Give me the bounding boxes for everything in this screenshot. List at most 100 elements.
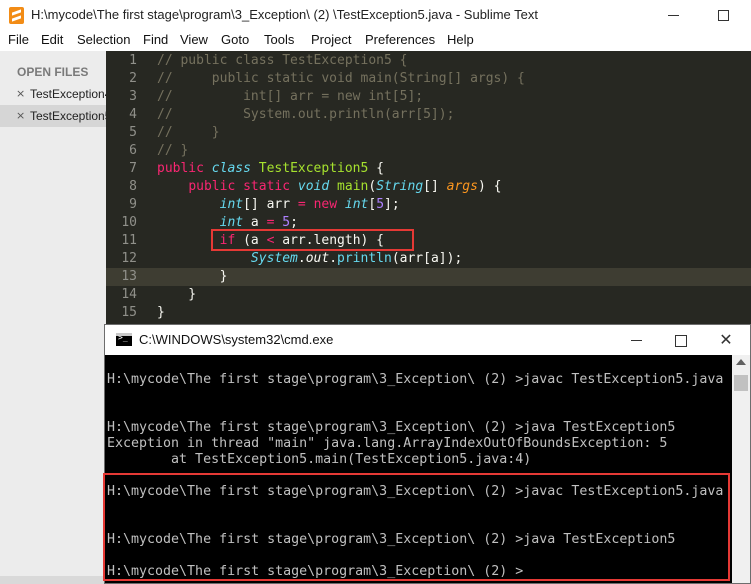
- line-number: 7: [129, 161, 137, 176]
- close-icon[interactable]: ×: [16, 109, 25, 122]
- code-token: ) {: [477, 179, 502, 194]
- code-line[interactable]: 7 public class TestException5 {: [106, 160, 751, 178]
- code-line[interactable]: 5 // }: [106, 124, 751, 142]
- open-file-label: TestException5.java: [30, 109, 106, 123]
- code-token: void: [297, 179, 330, 194]
- console-line: H:\mycode\The first stage\program\3_Exce…: [107, 420, 676, 435]
- sublime-logo-icon: [9, 7, 24, 24]
- code-line[interactable]: 1 // public class TestException5 {: [106, 52, 751, 70]
- code-token: }: [157, 305, 165, 320]
- code-line[interactable]: 11 if (a < arr.length) {: [106, 232, 751, 250]
- open-files-heading: OPEN FILES: [17, 65, 89, 79]
- code-text: System.out.println(arr[a]);: [157, 250, 462, 268]
- menu-selection[interactable]: Selection: [77, 32, 130, 47]
- code-text: // int[] arr = new int[5];: [157, 88, 423, 106]
- code-text: // public static void main(String[] args…: [157, 70, 525, 88]
- code-token: // int[] arr = new int[5];: [157, 89, 424, 104]
- minimize-icon[interactable]: [663, 5, 683, 25]
- code-token: println: [337, 251, 392, 266]
- menu-find[interactable]: Find: [143, 32, 168, 47]
- code-line[interactable]: 6 // }: [106, 142, 751, 160]
- open-file-item-active[interactable]: × TestException5.java: [0, 105, 106, 127]
- code-token: // }: [157, 125, 220, 140]
- code-token: int: [219, 197, 244, 212]
- code-token: class: [211, 161, 251, 176]
- close-icon[interactable]: ✕: [716, 330, 736, 350]
- code-text: int[] arr = new int[5];: [157, 196, 400, 214]
- code-token: {: [368, 161, 384, 176]
- code-line[interactable]: 8 public static void main(String[] args)…: [106, 178, 751, 196]
- code-token: public: [157, 161, 204, 176]
- code-token: // }: [157, 143, 189, 158]
- code-text: }: [157, 286, 196, 304]
- code-token: out: [305, 251, 330, 266]
- scroll-up-arrow-icon[interactable]: [736, 359, 746, 365]
- menu-edit[interactable]: Edit: [41, 32, 63, 47]
- code-token: [] arr: [243, 197, 298, 212]
- code-token: public: [188, 179, 236, 194]
- code-token: static: [243, 179, 291, 194]
- code-token: .: [329, 251, 338, 266]
- maximize-icon[interactable]: [670, 330, 690, 350]
- code-text: // public class TestException5 {: [157, 52, 407, 70]
- line-number: 1: [129, 53, 137, 68]
- menu-project[interactable]: Project: [311, 32, 351, 47]
- code-line[interactable]: 15}: [106, 304, 751, 322]
- scrollbar[interactable]: [732, 355, 750, 583]
- menu-tools[interactable]: Tools: [264, 32, 294, 47]
- code-token: TestException5: [258, 161, 369, 176]
- code-text: }: [157, 304, 165, 322]
- line-number: 13: [121, 269, 137, 284]
- code-token: [: [368, 197, 377, 212]
- code-text: // System.out.println(arr[5]);: [157, 106, 454, 124]
- code-line[interactable]: 3 // int[] arr = new int[5];: [106, 88, 751, 106]
- code-text: public class TestException5 {: [157, 160, 384, 178]
- code-text: // }: [157, 142, 188, 160]
- line-number: 12: [121, 251, 137, 266]
- line-number: 11: [121, 233, 137, 248]
- sidebar: OPEN FILES × TestException4.java × TestE…: [0, 51, 106, 584]
- line-number: 14: [121, 287, 137, 302]
- menu-goto[interactable]: Goto: [221, 32, 249, 47]
- code-token: }: [157, 269, 228, 284]
- menu-help[interactable]: Help: [447, 32, 474, 47]
- close-icon[interactable]: ×: [16, 87, 25, 100]
- menu-file[interactable]: File: [8, 32, 29, 47]
- cmd-title: C:\WINDOWS\system32\cmd.exe: [139, 332, 334, 347]
- line-number: 3: [129, 89, 137, 104]
- code-line[interactable]: 4 // System.out.println(arr[5]);: [106, 106, 751, 124]
- code-token: 5: [376, 197, 385, 212]
- code-token: ];: [384, 197, 400, 212]
- open-file-item[interactable]: × TestException4.java: [0, 83, 106, 105]
- code-line[interactable]: 12 System.out.println(arr[a]);: [106, 250, 751, 268]
- menu-preferences[interactable]: Preferences: [365, 32, 435, 47]
- code-token: =: [297, 197, 306, 212]
- menu-view[interactable]: View: [180, 32, 208, 47]
- code-token: ;: [290, 215, 298, 230]
- menu-bar: File Edit Selection Find View Goto Tools…: [0, 31, 751, 51]
- code-token: (: [368, 179, 377, 194]
- code-line[interactable]: 9 int[] arr = new int[5];: [106, 196, 751, 214]
- maximize-icon[interactable]: [713, 5, 733, 25]
- code-token: // System.out.println(arr[5]);: [157, 107, 455, 122]
- highlight-box-if-condition: [211, 229, 414, 251]
- line-number: 8: [129, 179, 137, 194]
- minimize-icon[interactable]: [626, 330, 646, 350]
- code-line[interactable]: 13 }: [106, 268, 751, 286]
- code-line[interactable]: 2 // public static void main(String[] arg…: [106, 70, 751, 88]
- line-number: 9: [129, 197, 137, 212]
- code-line[interactable]: 10 int a = 5;: [106, 214, 751, 232]
- code-line[interactable]: 14 }: [106, 286, 751, 304]
- code-token: int: [219, 215, 244, 230]
- code-token: // public static void main(String[] args…: [157, 71, 525, 86]
- scroll-thumb[interactable]: [734, 375, 748, 391]
- line-number: 4: [129, 107, 137, 122]
- code-token: String: [376, 179, 424, 194]
